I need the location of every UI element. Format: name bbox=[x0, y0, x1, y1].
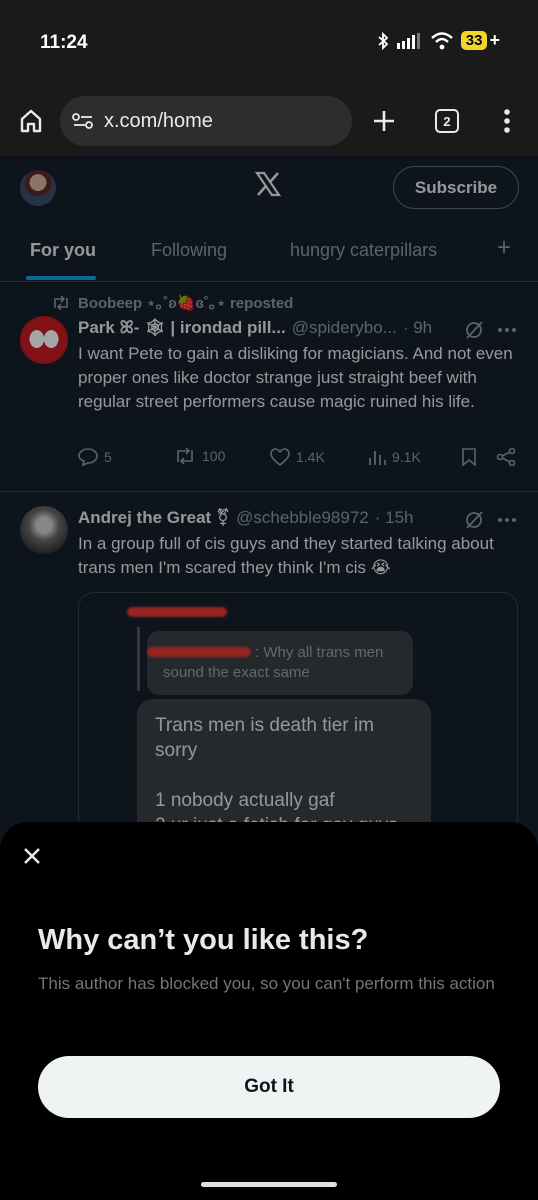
battery-level: 33 bbox=[460, 31, 488, 50]
url-text[interactable]: x.com/home bbox=[104, 110, 213, 133]
status-icons: 33 + bbox=[377, 30, 500, 51]
wifi-icon bbox=[430, 31, 453, 49]
close-icon[interactable] bbox=[18, 842, 46, 870]
signal-icon bbox=[396, 32, 420, 49]
browser-menu-icon[interactable] bbox=[488, 102, 526, 140]
home-indicator[interactable] bbox=[201, 1182, 337, 1187]
blocked-dialog: Why can’t you like this? This author has… bbox=[0, 822, 538, 1200]
home-icon[interactable] bbox=[12, 102, 50, 140]
charging-icon: + bbox=[489, 30, 500, 50]
site-settings-icon[interactable] bbox=[72, 112, 94, 130]
dialog-title: Why can’t you like this? bbox=[38, 924, 369, 956]
dialog-description: This author has blocked you, so you can'… bbox=[38, 974, 495, 993]
new-tab-icon[interactable] bbox=[365, 102, 403, 140]
address-bar[interactable]: x.com/home bbox=[60, 96, 352, 146]
tab-count: 2 bbox=[435, 109, 459, 133]
tab-switcher-button[interactable]: 2 bbox=[428, 102, 466, 140]
browser-toolbar: x.com/home 2 bbox=[0, 86, 538, 156]
got-it-button[interactable]: Got It bbox=[38, 1056, 500, 1118]
bluetooth-icon bbox=[378, 31, 389, 50]
status-time: 11:24 bbox=[40, 32, 88, 53]
status-bar: 11:24 33 + bbox=[0, 0, 538, 86]
